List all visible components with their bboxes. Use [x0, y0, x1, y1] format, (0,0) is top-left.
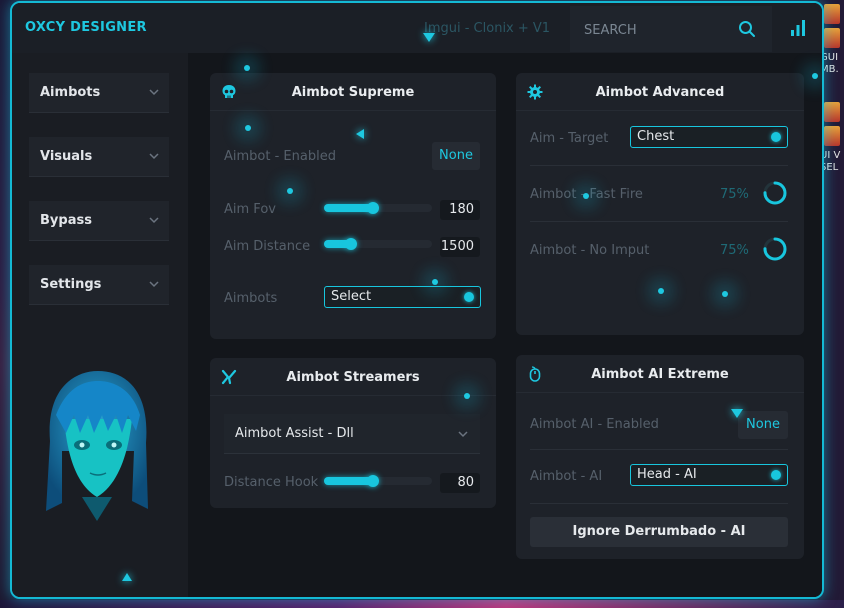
triangle-down-icon: [423, 33, 435, 42]
distance-hook-slider[interactable]: [324, 475, 432, 487]
no-imput-label: Aimbot - No Imput: [530, 243, 650, 258]
aim-distance-slider[interactable]: [324, 238, 432, 250]
glow-particle: [464, 393, 470, 399]
aim-fov-slider[interactable]: [324, 202, 432, 214]
signal-bars-icon[interactable]: [790, 20, 806, 36]
aim-target-select[interactable]: Chest: [630, 126, 788, 148]
aimbot-assist-dropdown[interactable]: Aimbot Assist - Dll: [224, 414, 480, 454]
glow-particle: [245, 125, 251, 131]
slider-fill: [324, 204, 373, 212]
aimbots-label: Aimbots: [224, 291, 278, 306]
sidebar-item-visuals[interactable]: Visuals: [29, 137, 169, 177]
fast-fire-progress-ring[interactable]: [762, 180, 788, 206]
fast-fire-value: 75%: [720, 187, 749, 202]
aim-target-value: Chest: [637, 129, 675, 144]
aim-fov-value[interactable]: 180: [440, 200, 480, 220]
select-indicator-icon: [771, 470, 781, 480]
sidebar-item-bypass[interactable]: Bypass: [29, 201, 169, 241]
main-content: Aimbot Supreme Aimbot - Enabled None Aim…: [188, 53, 822, 597]
panel-title: Aimbot Advanced: [595, 85, 725, 100]
search-input[interactable]: [584, 20, 734, 40]
desktop-file-icon[interactable]: [824, 102, 840, 122]
panel-header: Aimbot AI Extreme: [516, 355, 804, 393]
panel-header: Aimbot Streamers: [210, 358, 496, 396]
triangle-up-icon: [122, 573, 132, 581]
glow-particle: [432, 279, 438, 285]
sidebar-item-label: Bypass: [40, 213, 92, 228]
distance-hook-value[interactable]: 80: [440, 473, 480, 493]
app-window: OXCY DESIGNER Imgui - Clonix + V1 Aimbot…: [10, 1, 824, 599]
top-bar: OXCY DESIGNER Imgui - Clonix + V1: [12, 3, 822, 53]
glow-particle: [658, 288, 664, 294]
anime-avatar: [46, 371, 148, 521]
aim-distance-value[interactable]: 1500: [440, 237, 480, 257]
panel-title: Aimbot Streamers: [286, 370, 420, 385]
distance-hook-label: Distance Hook: [224, 475, 319, 490]
divider: [530, 165, 788, 166]
app-subtitle: Imgui - Clonix + V1: [424, 21, 551, 36]
divider: [530, 221, 788, 222]
glow-particle: [244, 65, 250, 71]
glow-particle: [583, 193, 589, 199]
glow-particle: [722, 291, 728, 297]
panel-header: Aimbot Supreme: [210, 73, 496, 111]
panel-header: Aimbot Advanced: [516, 73, 804, 111]
slider-knob[interactable]: [366, 202, 379, 214]
sidebar-item-label: Aimbots: [40, 85, 101, 100]
panel-aimbot-supreme: Aimbot Supreme Aimbot - Enabled None Aim…: [210, 73, 496, 339]
panel-aimbot-ai-extreme: Aimbot AI Extreme Aimbot AI - Enabled No…: [516, 355, 804, 559]
sidebar-item-aimbots[interactable]: Aimbots: [29, 73, 169, 113]
triangle-left-icon: [356, 129, 364, 139]
chevron-down-icon: [149, 217, 159, 224]
desktop-background-bottom: [0, 600, 844, 608]
desktop-file-icon[interactable]: [824, 28, 840, 48]
aim-target-label: Aim - Target: [530, 131, 609, 146]
aimbot-ai-label: Aimbot - AI: [530, 469, 603, 484]
desktop-file-icon[interactable]: [824, 126, 840, 146]
ignore-derrumbado-button[interactable]: Ignore Derrumbado - AI: [530, 517, 788, 547]
aimbot-ai-value: Head - AI: [637, 467, 697, 482]
chevron-down-icon: [149, 153, 159, 160]
glow-particle: [287, 188, 293, 194]
desktop-file-icon[interactable]: [824, 4, 840, 24]
aimbot-enabled-toggle[interactable]: None: [432, 142, 480, 170]
panel-aimbot-streamers: Aimbot Streamers Aimbot Assist - Dll Dis…: [210, 358, 496, 508]
no-imput-value: 75%: [720, 243, 749, 258]
chevron-down-icon: [458, 431, 468, 438]
select-indicator-icon: [771, 132, 781, 142]
no-imput-progress-ring[interactable]: [762, 236, 788, 262]
sidebar-item-label: Visuals: [40, 149, 93, 164]
slider-fill: [324, 477, 373, 485]
ai-enabled-toggle[interactable]: None: [738, 411, 788, 439]
aimbot-enabled-label: Aimbot - Enabled: [224, 149, 336, 164]
panel-title: Aimbot Supreme: [291, 85, 415, 100]
chevron-down-icon: [149, 89, 159, 96]
sidebar: Aimbots Visuals Bypass Settings: [12, 53, 188, 597]
divider: [530, 449, 788, 450]
sidebar-item-settings[interactable]: Settings: [29, 265, 169, 305]
desktop-background-left: [0, 0, 10, 608]
select-indicator-icon: [464, 292, 474, 302]
glow-particle: [812, 73, 818, 79]
panel-title: Aimbot AI Extreme: [591, 367, 729, 382]
chevron-down-icon: [149, 281, 159, 288]
aimbot-ai-select[interactable]: Head - AI: [630, 464, 788, 486]
triangle-down-icon: [731, 409, 743, 418]
slider-knob[interactable]: [345, 238, 357, 250]
search-icon[interactable]: [738, 20, 756, 38]
divider: [530, 503, 788, 504]
aim-fov-label: Aim Fov: [224, 202, 276, 217]
aimbots-select-value: Select: [331, 289, 372, 304]
panel-aimbot-advanced: Aimbot Advanced Aim - Target Chest Aimbo…: [516, 73, 804, 335]
slider-knob[interactable]: [366, 475, 379, 487]
aimbot-assist-label: Aimbot Assist - Dll: [235, 426, 354, 441]
aim-distance-label: Aim Distance: [224, 239, 311, 254]
ai-enabled-label: Aimbot AI - Enabled: [530, 417, 659, 432]
aimbots-select[interactable]: Select: [324, 286, 481, 308]
app-title: OXCY DESIGNER: [25, 20, 147, 35]
search-bar: [570, 6, 772, 52]
sidebar-item-label: Settings: [40, 277, 102, 292]
